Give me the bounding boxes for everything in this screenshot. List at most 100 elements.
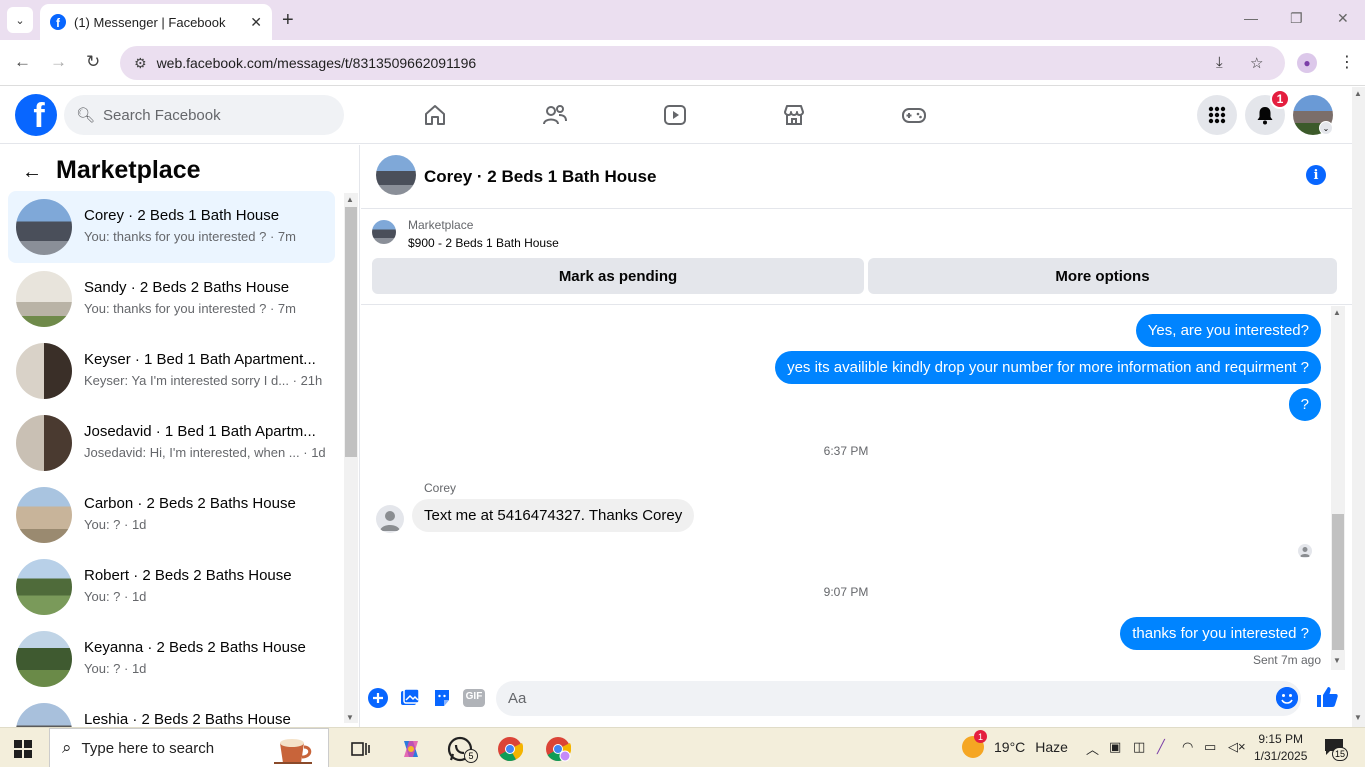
search-facebook-input[interactable]: 🔍︎ Search Facebook (64, 95, 344, 135)
browser-tab-messenger[interactable]: f (1) Messenger | Facebook ✕ (40, 4, 272, 40)
home-icon[interactable] (421, 101, 449, 129)
sticker-icon[interactable] (431, 687, 453, 709)
marketplace-label: Marketplace (408, 218, 474, 232)
conversation-name: Leshia · 2 Beds 2 Baths House (84, 711, 291, 727)
tab-close-icon[interactable]: ✕ (250, 14, 262, 31)
search-placeholder: Search Facebook (103, 106, 221, 124)
gif-icon[interactable]: GIF (463, 687, 485, 709)
chrome-profile-icon[interactable] (545, 736, 571, 762)
forward-arrow-icon[interactable]: → (50, 52, 67, 72)
address-bar[interactable]: ⚙ web.facebook.com/messages/t/8313509662… (120, 46, 1285, 80)
more-options-button[interactable]: More options (868, 258, 1337, 294)
address-toolbar: ← → ↻ ⚙ web.facebook.com/messages/t/8313… (0, 40, 1365, 86)
back-arrow-icon[interactable]: ← (22, 161, 42, 184)
conversation-name: Sandy · 2 Beds 2 Baths House (84, 279, 290, 296)
weather-sun-icon: 1 (962, 730, 987, 758)
taskbar-search-input[interactable]: ⌕ Type here to search (49, 728, 329, 767)
outgoing-message[interactable]: thanks for you interested ? (1120, 617, 1321, 650)
outgoing-message[interactable]: ? (1288, 388, 1321, 421)
conversation-item[interactable]: Keyanna · 2 Beds 2 Baths House You: ? · … (8, 623, 335, 695)
conversation-item[interactable]: Corey · 2 Beds 1 Bath House You: thanks … (8, 191, 335, 263)
gaming-icon[interactable] (900, 101, 928, 129)
page-scrollbar[interactable]: ▲ ▼ (1352, 87, 1365, 727)
speaker-muted-icon[interactable]: ◁× (1228, 739, 1246, 755)
bookmark-star-icon[interactable]: ☆ (1250, 54, 1263, 72)
mark-as-pending-button[interactable]: Mark as pending (372, 258, 864, 294)
close-window-button[interactable]: ✕ (1337, 10, 1349, 27)
chat-title[interactable]: Corey · 2 Beds 1 Bath House (424, 167, 656, 187)
conversation-item[interactable]: Josedavid · 1 Bed 1 Bath Apartm... Josed… (8, 407, 335, 479)
notification-center-count: 15 (1332, 747, 1348, 761)
like-thumbs-up-icon[interactable] (1315, 685, 1339, 709)
wifi-icon[interactable]: ◠ (1182, 739, 1193, 755)
tray-chevron-up-icon[interactable]: ︿ (1086, 739, 1099, 758)
scrollbar-thumb[interactable] (1332, 514, 1344, 650)
chrome-icon[interactable] (497, 736, 523, 762)
new-tab-button[interactable]: + (282, 9, 294, 32)
listing-price-title[interactable]: $900 - 2 Beds 1 Bath House (408, 236, 559, 250)
conversation-item[interactable]: Robert · 2 Beds 2 Baths House You: ? · 1… (8, 551, 335, 623)
outgoing-message[interactable]: yes its availible kindly drop your numbe… (775, 351, 1321, 384)
scroll-down-icon[interactable]: ▼ (1354, 713, 1362, 722)
friends-icon[interactable] (541, 101, 569, 129)
menu-grid-button[interactable] (1197, 95, 1237, 135)
marketplace-listing-bar: Marketplace $900 - 2 Beds 1 Bath House M… (361, 209, 1352, 305)
scroll-down-icon[interactable]: ▼ (346, 713, 354, 722)
incoming-message[interactable]: Text me at 5416474327. Thanks Corey (412, 499, 695, 532)
clock-date: 1/31/2025 (1254, 749, 1308, 763)
grid-icon (1208, 106, 1226, 124)
scroll-up-icon[interactable]: ▲ (1333, 308, 1341, 317)
install-app-icon[interactable]: ⤓ (1216, 54, 1223, 71)
browser-profile-icon[interactable]: ● (1297, 53, 1317, 73)
video-icon[interactable] (661, 101, 689, 129)
message-input[interactable]: Aa (496, 681, 1301, 716)
tray-app-icon[interactable]: ▣ (1109, 739, 1121, 755)
tab-search-button[interactable]: ⌄ (7, 7, 33, 33)
info-icon[interactable]: i (1306, 165, 1326, 185)
conversation-item[interactable]: Leshia · 2 Beds 2 Baths House (8, 695, 335, 727)
notification-center-icon[interactable]: 15 (1324, 738, 1348, 761)
back-arrow-icon[interactable]: ← (14, 52, 31, 72)
conversation-item[interactable]: Carbon · 2 Beds 2 Baths House You: ? · 1… (8, 479, 335, 551)
seen-avatar-icon (1298, 544, 1312, 558)
outgoing-message[interactable]: Yes, are you interested? (1135, 314, 1321, 347)
browser-menu-icon[interactable]: ⋮ (1339, 52, 1355, 72)
whatsapp-badge: 5 (464, 749, 478, 763)
task-view-icon[interactable] (348, 736, 374, 762)
windows-start-icon[interactable] (14, 740, 32, 758)
sender-avatar[interactable] (376, 505, 404, 533)
plus-icon[interactable] (367, 687, 389, 709)
conversation-item[interactable]: Sandy · 2 Beds 2 Baths House You: thanks… (8, 263, 335, 335)
restore-button[interactable]: ❐ (1290, 10, 1303, 27)
whatsapp-icon[interactable]: 5 (447, 736, 478, 763)
chat-scrollbar[interactable]: ▲ ▼ (1331, 306, 1345, 670)
sidebar-scrollbar[interactable]: ▲ ▼ (344, 193, 358, 723)
listing-thumbnail (16, 631, 72, 687)
listing-thumbnail[interactable] (372, 220, 396, 244)
facebook-logo-icon[interactable]: f (15, 94, 57, 136)
emoji-icon[interactable] (1276, 687, 1298, 709)
site-info-icon[interactable]: ⚙ (134, 55, 147, 72)
scrollbar-thumb[interactable] (345, 207, 357, 457)
gif-label: GIF (465, 691, 483, 702)
conversation-list: Corey · 2 Beds 1 Bath House You: thanks … (8, 191, 335, 727)
meet-camera-icon[interactable]: ◫ (1133, 739, 1145, 755)
conversation-snippet: You: ? · 1d (84, 589, 147, 604)
minimize-button[interactable]: — (1244, 10, 1258, 26)
scroll-up-icon[interactable]: ▲ (346, 195, 354, 204)
photo-icon[interactable] (399, 687, 421, 709)
copilot-icon[interactable] (398, 736, 424, 762)
scroll-down-icon[interactable]: ▼ (1333, 656, 1341, 665)
chat-avatar[interactable] (376, 155, 416, 195)
windows-taskbar: ⌕ Type here to search 5 1 19°C Haze ︿ ▣ … (0, 727, 1365, 767)
account-chevron-down-icon[interactable]: ⌄ (1319, 121, 1333, 135)
marketplace-icon[interactable] (780, 101, 808, 129)
scroll-up-icon[interactable]: ▲ (1354, 89, 1362, 98)
conversation-item[interactable]: Keyser · 1 Bed 1 Bath Apartment... Keyse… (8, 335, 335, 407)
weather-widget[interactable]: 1 19°C Haze (962, 730, 1068, 758)
battery-icon[interactable]: ▭ (1204, 739, 1216, 755)
message-composer: GIF Aa (361, 670, 1352, 727)
reload-icon[interactable]: ↻ (86, 52, 100, 72)
pen-icon[interactable]: ╱ (1157, 739, 1165, 755)
taskbar-clock[interactable]: 9:15 PM 1/31/2025 (1254, 731, 1307, 765)
